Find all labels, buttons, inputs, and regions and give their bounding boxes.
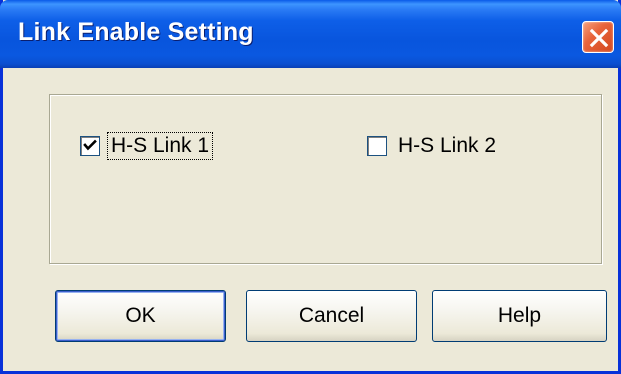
window-title: Link Enable Setting xyxy=(18,18,254,46)
title-bar[interactable]: Link Enable Setting xyxy=(0,0,621,68)
close-icon xyxy=(589,28,609,48)
checkbox-box-hs-link-1[interactable] xyxy=(80,136,100,156)
dialog-window: Link Enable Setting H-S Link 1 H-S Link … xyxy=(0,0,621,374)
help-button[interactable]: Help xyxy=(432,290,607,342)
cancel-button[interactable]: Cancel xyxy=(246,290,417,342)
checkbox-label-hs-link-1[interactable]: H-S Link 1 xyxy=(106,132,214,160)
checkbox-label-hs-link-2[interactable]: H-S Link 2 xyxy=(395,133,499,159)
checkbox-box-hs-link-2[interactable] xyxy=(367,136,387,156)
link-options-group xyxy=(49,94,602,264)
checkbox-hs-link-1[interactable]: H-S Link 1 xyxy=(80,132,214,160)
close-button[interactable] xyxy=(582,21,614,53)
checkbox-hs-link-2[interactable]: H-S Link 2 xyxy=(367,133,499,159)
ok-button[interactable]: OK xyxy=(55,290,226,342)
checkmark-icon xyxy=(83,139,97,151)
